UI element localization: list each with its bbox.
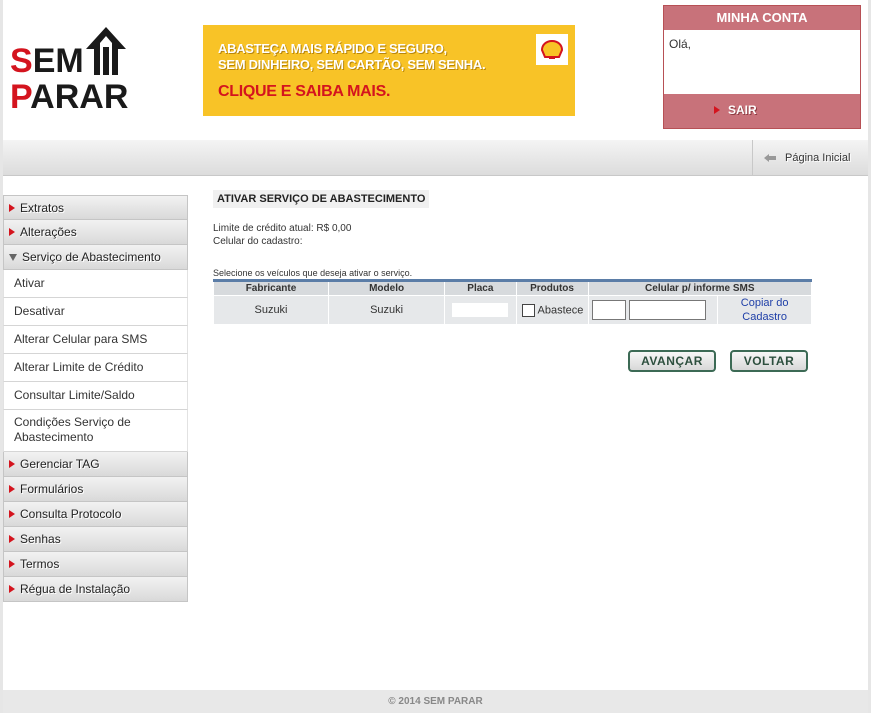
column-header-celular: Celular p/ informe SMS [587,280,813,296]
account-panel: MINHA CONTA Olá, SAIR [663,5,861,129]
arrow-right-icon [9,485,15,493]
cell-model: Suzuki [327,295,446,325]
arrow-right-icon [9,228,15,236]
sidebar-item-label: Senhas [20,532,61,546]
sidebar-item-regua-instalacao[interactable]: Régua de Instalação [3,577,188,602]
phone-input[interactable] [628,300,706,320]
abastece-label: Abastece [537,303,584,316]
column-header-produtos: Produtos [515,280,589,296]
sidebar-item-label: Termos [20,557,60,571]
cell-copy: Copiar do Cadastro [717,295,812,325]
sidebar-item-label: Alterações [20,225,77,239]
arrow-right-icon [9,535,15,543]
home-link-label: Página Inicial [785,152,851,164]
vehicles-table: Fabricante Modelo Placa Produtos Celular… [213,279,813,325]
account-info: Limite de crédito atual: R$ 0,00 Celular… [213,222,813,248]
sidebar-subitem-desativar[interactable]: Desativar [3,298,188,326]
sidebar-subitem-consultar-limite[interactable]: Consultar Limite/Saldo [3,382,188,410]
page-title: ATIVAR SERVIÇO DE ABASTECIMENTO [213,190,430,208]
banner-line-1: ABASTEÇA MAIS RÁPIDO E SEGURO, [218,41,447,56]
table-row: Suzuki Suzuki Abastece Copiar do Cadastr… [213,295,812,325]
sidebar-item-label: Gerenciar TAG [20,457,100,471]
arrow-right-icon [9,510,15,518]
logo-line-2: PARAR [10,78,129,116]
promo-banner[interactable]: ABASTEÇA MAIS RÁPIDO E SEGURO, SEM DINHE… [203,25,575,116]
cell-phone [587,295,719,325]
arrow-right-icon [9,585,15,593]
sidebar-subitem-alterar-celular[interactable]: Alterar Celular para SMS [3,326,188,354]
next-button[interactable]: AVANÇAR [628,350,716,372]
top-navbar: Página Inicial [3,140,868,176]
logo-arrow-icon [86,27,126,75]
shell-logo-icon [536,34,568,65]
column-header-placa: Placa [444,280,517,296]
sidebar-item-label: Formulários [20,482,84,496]
footer-copyright: © 2014 SEM PARAR [3,690,868,713]
sem-parar-logo[interactable]: SEM PARAR [10,27,128,117]
sidebar-item-alteracoes[interactable]: Alterações [3,220,188,245]
sidebar-subitem-condicoes[interactable]: Condições Serviço de Abastecimento [3,410,188,452]
banner-line-2: SEM DINHEIRO, SEM CARTÃO, SEM SENHA. [218,57,486,72]
sidebar-item-termos[interactable]: Termos [3,552,188,577]
instruction-text: Selecione os veículos que deseja ativar … [213,268,413,278]
triangle-down-icon [9,253,17,261]
ddd-input[interactable] [591,300,626,320]
logo-text-arar: ARAR [30,78,129,116]
sidebar-item-label: Consulta Protocolo [20,507,122,521]
arrow-right-icon [714,106,720,114]
sidebar-item-formularios[interactable]: Formulários [3,477,188,502]
credit-limit-text: Limite de crédito atual: R$ 0,00 [213,223,352,234]
sidebar-item-senhas[interactable]: Senhas [3,527,188,552]
logout-label: SAIR [728,103,757,117]
cell-plate [444,295,517,325]
plate-input[interactable] [452,302,509,317]
logo-line-1: SEM [10,42,84,80]
sidebar-item-label: Serviço de Abastecimento [22,250,161,264]
account-greeting: Olá, [669,37,692,51]
sidebar-item-label: Extratos [20,200,65,215]
column-header-modelo: Modelo [327,280,446,296]
registered-phone-text: Celular do cadastro: [213,236,303,247]
sidebar-item-extratos[interactable]: Extratos [3,195,188,220]
sidebar-item-label: Régua de Instalação [20,582,131,596]
sidebar-menu: Extratos Alterações Serviço de Abastecim… [3,195,188,602]
arrow-right-icon [9,460,15,468]
cell-products: Abastece [515,295,589,325]
sidebar-item-servico-abastecimento[interactable]: Serviço de Abastecimento [3,245,188,270]
account-title: MINHA CONTA [664,6,860,30]
return-arrow-icon [764,154,776,162]
sidebar-subitem-ativar[interactable]: Ativar [3,270,188,298]
back-button[interactable]: VOLTAR [730,350,808,372]
abastece-checkbox[interactable] [521,303,535,317]
logout-button[interactable]: SAIR [714,103,757,117]
main-content: ATIVAR SERVIÇO DE ABASTECIMENTO Limite d… [213,190,813,372]
sidebar-item-consulta-protocolo[interactable]: Consulta Protocolo [3,502,188,527]
banner-cta[interactable]: CLIQUE E SAIBA MAIS. [218,83,390,101]
account-footer: SAIR [664,94,860,128]
logo-text-em: EM [32,42,84,80]
sidebar-subitem-alterar-limite[interactable]: Alterar Limite de Crédito [3,354,188,382]
arrow-right-icon [9,203,15,212]
cell-manufacturer: Suzuki [213,295,329,325]
column-header-fabricante: Fabricante [213,280,329,296]
home-link[interactable]: Página Inicial [752,140,868,176]
sidebar-item-gerenciar-tag[interactable]: Gerenciar TAG [3,452,188,477]
table-header-row: Fabricante Modelo Placa Produtos Celular… [213,280,813,296]
copy-from-registry-link[interactable]: Copiar do Cadastro [741,297,789,323]
arrow-right-icon [9,560,15,568]
